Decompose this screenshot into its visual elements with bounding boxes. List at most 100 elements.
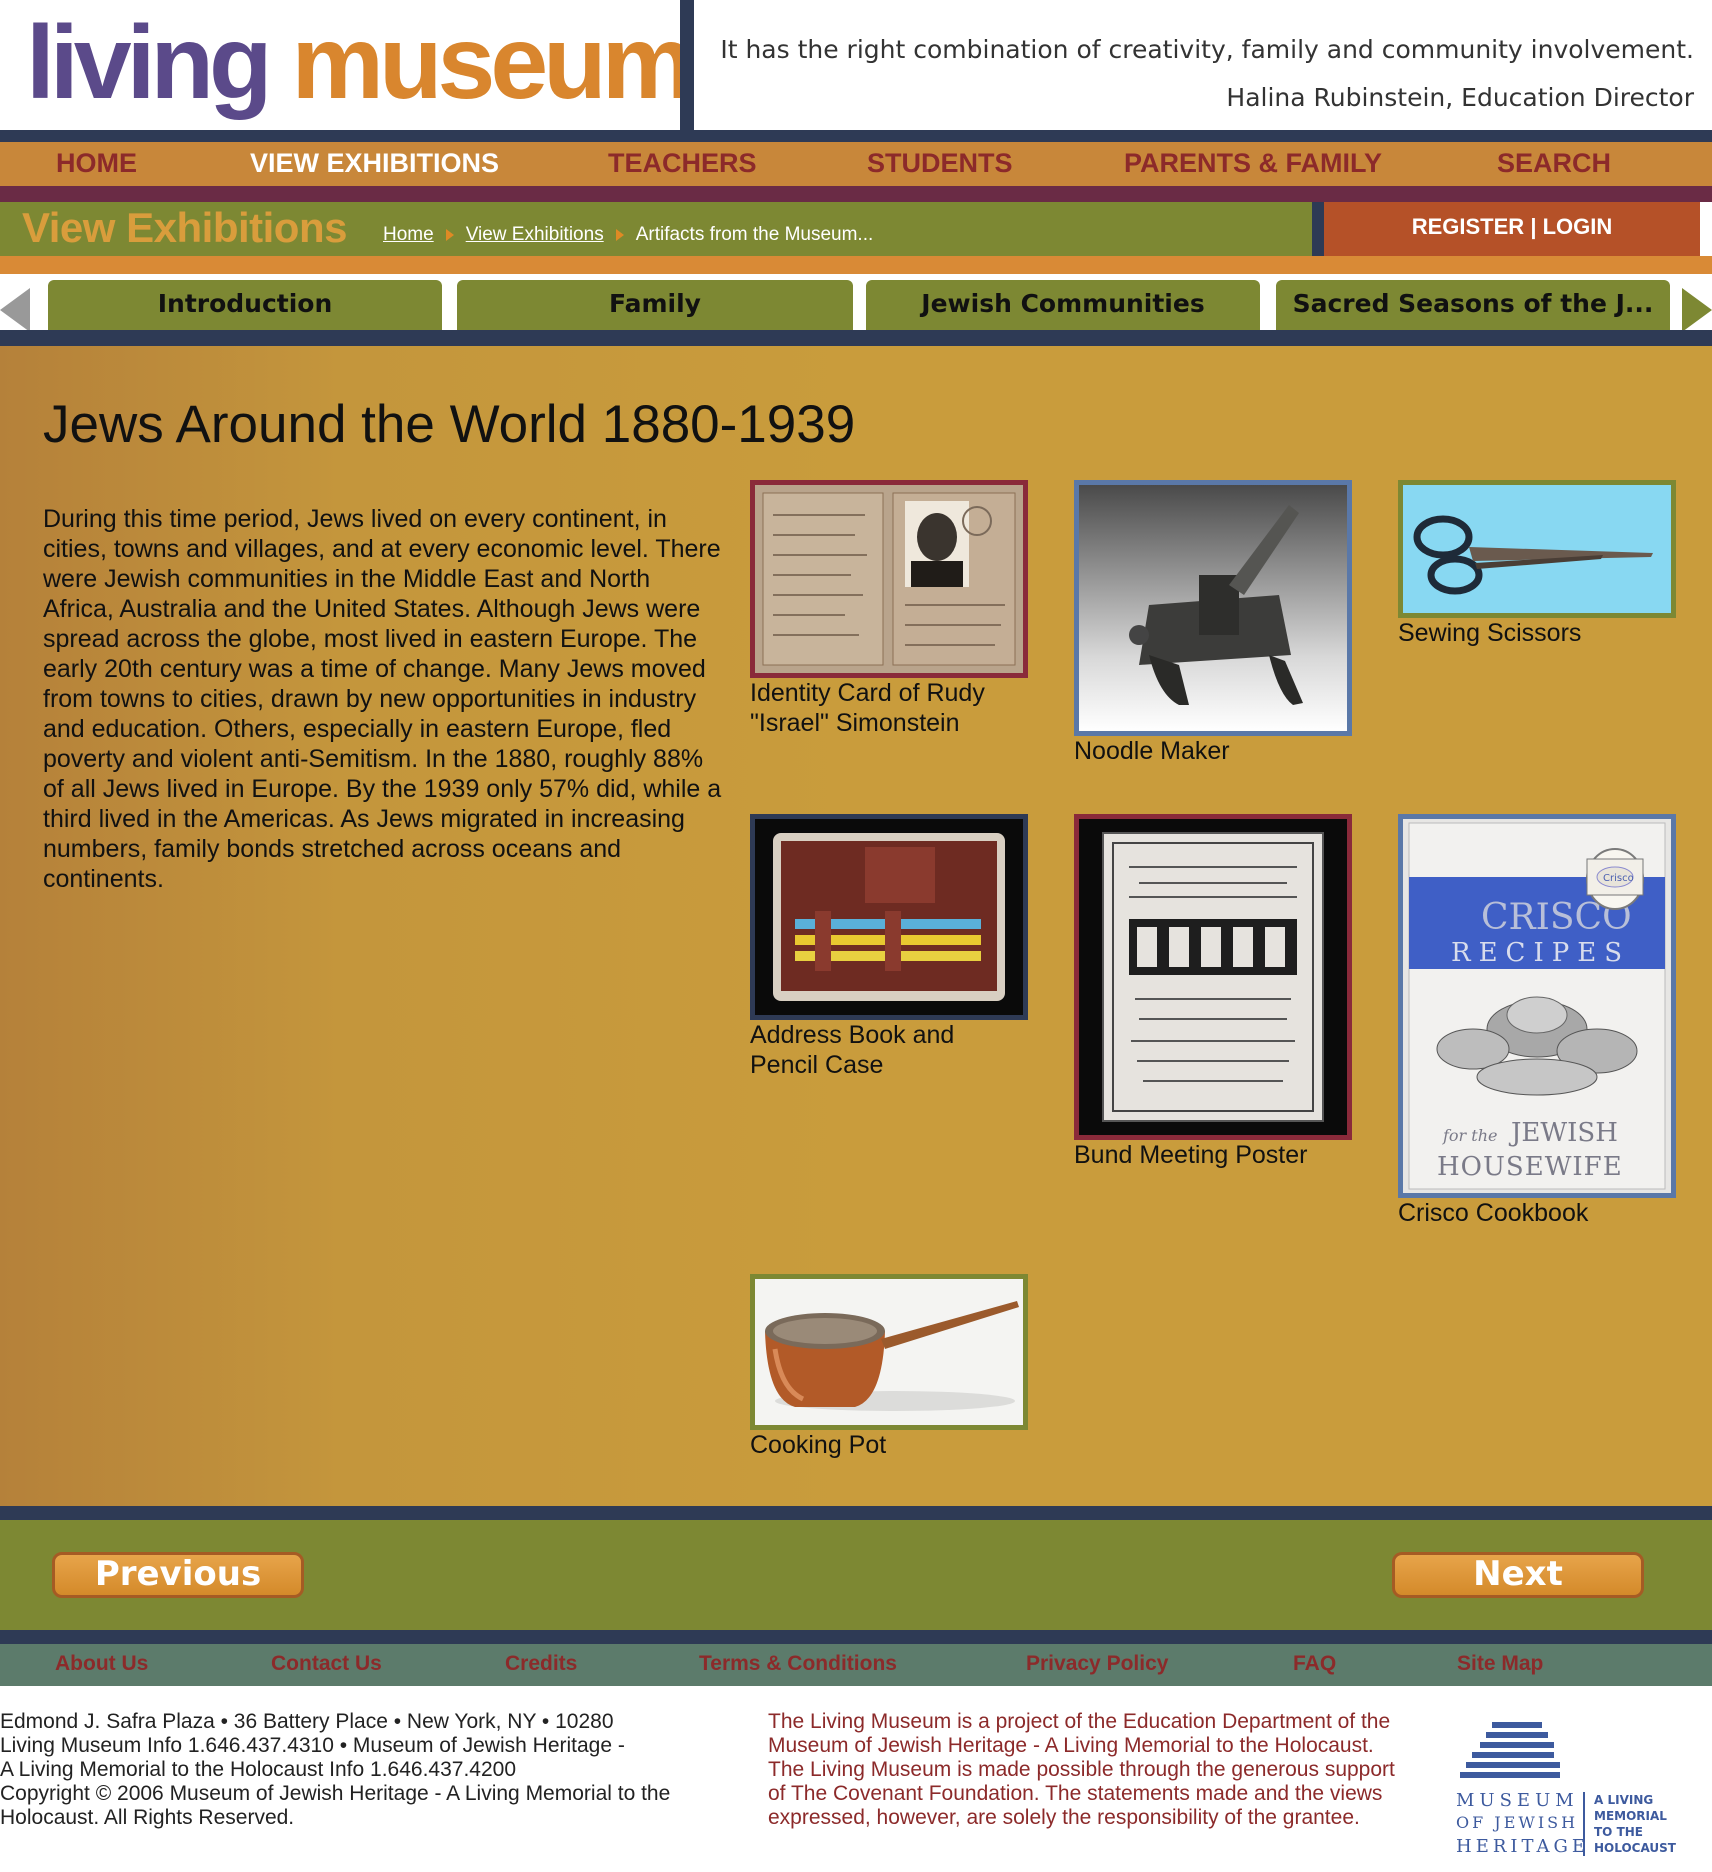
- artifact-thumbnail: [750, 480, 1028, 678]
- artifact-thumbnail: [750, 814, 1028, 1020]
- living-museum-logo[interactable]: living museum: [26, 0, 694, 130]
- footer-link-site-map[interactable]: Site Map: [1457, 1652, 1543, 1676]
- register-login-box: REGISTER | LOGIN: [1324, 202, 1700, 256]
- tab-jewish-communities[interactable]: Jewish Communities: [866, 280, 1260, 330]
- artifact-caption: Noodle Maker: [1074, 737, 1230, 765]
- pager-bar: Previous Next: [0, 1520, 1712, 1630]
- nav-home[interactable]: HOME: [56, 148, 137, 179]
- tab-sacred-seasons[interactable]: Sacred Seasons of the J...: [1276, 280, 1670, 330]
- logo-text-living: living: [26, 5, 273, 121]
- footer-link-credits[interactable]: Credits: [505, 1652, 577, 1676]
- artifact-caption: Sewing Scissors: [1398, 619, 1582, 647]
- noodle-maker-image: [1079, 485, 1347, 731]
- footer-link-privacy-policy[interactable]: Privacy Policy: [1026, 1652, 1168, 1676]
- nav-search[interactable]: SEARCH: [1497, 148, 1611, 179]
- mjh-logo-text: TO THE: [1594, 1825, 1643, 1839]
- register-divider: [1312, 202, 1324, 256]
- tabs-next-arrow-icon[interactable]: [1682, 288, 1712, 332]
- artifact-caption: Identity Card of Rudy "Israel" Simonstei…: [750, 679, 985, 737]
- footer-link-terms[interactable]: Terms & Conditions: [699, 1652, 897, 1676]
- quote-text: It has the right combination of creativi…: [720, 35, 1694, 64]
- footer-link-contact-us[interactable]: Contact Us: [271, 1652, 382, 1676]
- exhibition-tabs: Introduction Family Jewish Communities S…: [0, 274, 1712, 332]
- nav-students[interactable]: STUDENTS: [867, 148, 1013, 179]
- address-line: Copyright © 2006 Museum of Jewish Herita…: [0, 1782, 671, 1805]
- bund-poster-image: [1079, 819, 1347, 1135]
- museum-of-jewish-heritage-logo[interactable]: MUSEUM OF JEWISH HERITAGE A LIVING MEMOR…: [1452, 1716, 1702, 1866]
- artifact-thumbnail: CRISCO RECIPES Crisco for the JEWISH HOU…: [1398, 814, 1676, 1198]
- pager-bottom-rule: [0, 1630, 1712, 1644]
- artifact-bund-poster[interactable]: Bund Meeting Poster: [1074, 814, 1352, 1170]
- breadcrumb: Home View Exhibitions Artifacts from the M…: [383, 224, 873, 246]
- breadcrumb-arrow-icon: [615, 228, 624, 241]
- page-title: Jews Around the World 1880-1939: [43, 395, 856, 454]
- intro-text: During this time period, Jews lived on e…: [43, 505, 722, 893]
- artifact-crisco-cookbook[interactable]: CRISCO RECIPES Crisco for the JEWISH HOU…: [1398, 814, 1676, 1228]
- nav-teachers[interactable]: TEACHERS: [608, 148, 757, 179]
- nav-parents-family[interactable]: PARENTS & FAMILY: [1124, 148, 1382, 179]
- address-line: Holocaust. All Rights Reserved.: [0, 1806, 295, 1829]
- section-title: View Exhibitions: [22, 204, 347, 251]
- breadcrumb-current: Artifacts from the Museum...: [635, 224, 874, 245]
- tab-introduction[interactable]: Introduction: [48, 280, 442, 330]
- crisco-line2: HOUSEWIFE: [1437, 1152, 1623, 1182]
- crisco-subtitle: RECIPES: [1451, 938, 1630, 968]
- project-line: of The Covenant Foundation. The statemen…: [768, 1782, 1383, 1805]
- nav-bottom-rule: [0, 186, 1712, 202]
- artifact-caption: Bund Meeting Poster: [1074, 1141, 1308, 1169]
- main-nav: HOME VIEW EXHIBITIONS TEACHERS STUDENTS …: [0, 142, 1712, 186]
- address-line: Living Museum Info 1.646.437.4310 • Muse…: [0, 1734, 625, 1757]
- tabs-prev-arrow-icon[interactable]: [0, 288, 30, 332]
- breadcrumb-view-exhibitions[interactable]: View Exhibitions: [466, 224, 604, 245]
- project-line: The Living Museum is made possible throu…: [768, 1758, 1395, 1781]
- mjh-logo-text: OF JEWISH: [1456, 1813, 1578, 1832]
- login-link[interactable]: LOGIN: [1543, 214, 1613, 239]
- nav-view-exhibitions[interactable]: VIEW EXHIBITIONS: [250, 148, 499, 179]
- section-title-bar: View Exhibitions Home View Exhibitions Art…: [0, 202, 1312, 256]
- main-content: Jews Around the World 1880-1939 During t…: [0, 346, 1712, 1506]
- artifact-thumbnail: [750, 1274, 1028, 1430]
- project-line: The Living Museum is a project of the Ed…: [768, 1710, 1391, 1733]
- mjh-logo-text: HOLOCAUST: [1594, 1841, 1677, 1855]
- breadcrumb-home[interactable]: Home: [383, 224, 434, 245]
- artifact-caption: Crisco Cookbook: [1398, 1199, 1589, 1227]
- artifact-address-book[interactable]: Address Book and Pencil Case: [750, 814, 1028, 1080]
- mjh-logo-text: A LIVING: [1594, 1793, 1653, 1807]
- artifact-caption: Cooking Pot: [750, 1431, 887, 1459]
- address-line: Edmond J. Safra Plaza • 36 Battery Place…: [0, 1710, 614, 1733]
- register-login-separator: |: [1530, 214, 1537, 239]
- breadcrumb-arrow-icon: [445, 228, 454, 241]
- artifact-caption: Address Book and Pencil Case: [750, 1021, 955, 1079]
- footer-nav: About Us Contact Us Credits Terms & Cond…: [0, 1644, 1712, 1686]
- artifact-cooking-pot[interactable]: Cooking Pot: [750, 1274, 1028, 1460]
- artifact-sewing-scissors[interactable]: Sewing Scissors: [1398, 480, 1676, 648]
- footer-link-about-us[interactable]: About Us: [55, 1652, 148, 1676]
- footer-address: Edmond J. Safra Plaza • 36 Battery Place…: [0, 1710, 740, 1830]
- tab-family[interactable]: Family: [457, 280, 853, 330]
- artifact-thumbnail: [1074, 480, 1352, 736]
- artifact-thumbnail: [1398, 480, 1676, 618]
- register-link[interactable]: REGISTER: [1412, 214, 1524, 239]
- header-quote: It has the right combination of creativi…: [714, 26, 1694, 122]
- footer-link-faq[interactable]: FAQ: [1293, 1652, 1336, 1676]
- artifact-noodle-maker[interactable]: Noodle Maker: [1074, 480, 1352, 766]
- mjh-logo-graphic: MUSEUM OF JEWISH HERITAGE A LIVING MEMOR…: [1456, 1722, 1677, 1857]
- mjh-logo-text: MUSEUM: [1456, 1790, 1579, 1811]
- header-divider: [680, 0, 694, 130]
- quote-attribution: Halina Rubinstein, Education Director: [1226, 83, 1694, 112]
- artifact-identity-card[interactable]: Identity Card of Rudy "Israel" Simonstei…: [750, 480, 1028, 738]
- next-button[interactable]: Next: [1392, 1552, 1644, 1598]
- tabs-bottom-rule: [0, 330, 1712, 346]
- footer-project-statement: The Living Museum is a project of the Ed…: [768, 1710, 1448, 1830]
- project-line: expressed, however, are solely the respo…: [768, 1806, 1360, 1829]
- identity-card-image: [755, 485, 1023, 673]
- mjh-logo-text: HERITAGE: [1456, 1836, 1589, 1857]
- project-line: Museum of Jewish Heritage - A Living Mem…: [768, 1734, 1374, 1757]
- crisco-for-text: for the: [1442, 1126, 1498, 1145]
- nav-top-rule: [0, 130, 1712, 142]
- cooking-pot-image: [755, 1279, 1023, 1425]
- logo-text-museum: museum: [291, 5, 694, 121]
- site-header: living museum It has the right combinati…: [0, 0, 1712, 130]
- crisco-line1: JEWISH: [1508, 1118, 1618, 1148]
- previous-button[interactable]: Previous: [52, 1552, 304, 1598]
